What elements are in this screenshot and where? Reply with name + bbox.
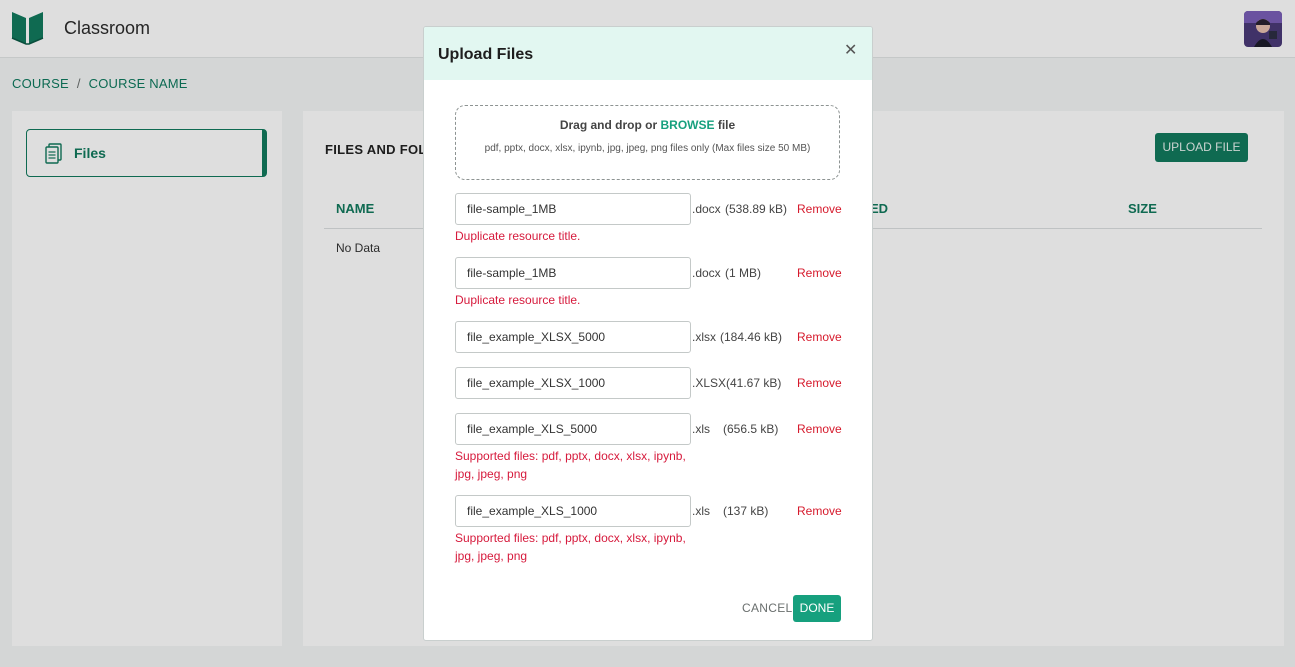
remove-file-button[interactable]: Remove (797, 504, 842, 518)
done-button[interactable]: DONE (793, 595, 841, 622)
file-error-message: Supported files: pdf, pptx, docx, xlsx, … (455, 449, 686, 481)
dropzone-suffix: file (714, 118, 736, 132)
browse-link[interactable]: BROWSE (661, 118, 715, 132)
dropzone-prefix: Drag and drop or (559, 118, 661, 132)
file-error-message: Supported files: pdf, pptx, docx, xlsx, … (455, 531, 686, 563)
file-size: (137 kB) (723, 504, 769, 518)
file-extension: .XLSX (692, 376, 727, 390)
file-title-input[interactable] (455, 193, 691, 225)
file-size: (538.89 kB) (725, 202, 788, 216)
file-extension: .xls (692, 504, 710, 518)
dropzone-instruction: Drag and drop or BROWSE file (456, 118, 839, 132)
file-size: (656.5 kB) (723, 422, 779, 436)
file-extension: .xlsx (692, 330, 716, 344)
file-extension: .docx (692, 202, 721, 216)
file-title-input[interactable] (455, 495, 691, 527)
remove-file-button[interactable]: Remove (797, 266, 842, 280)
file-extension: .docx (692, 266, 721, 280)
file-dropzone[interactable]: Drag and drop or BROWSE file pdf, pptx, … (455, 105, 840, 180)
file-size: (1 MB) (725, 266, 761, 280)
remove-file-button[interactable]: Remove (797, 376, 842, 390)
file-size: (184.46 kB) (720, 330, 783, 344)
remove-file-button[interactable]: Remove (797, 330, 842, 344)
cancel-button[interactable]: CANCEL (742, 601, 792, 615)
dropzone-hint: pdf, pptx, docx, xlsx, ipynb, jpg, jpeg,… (484, 143, 811, 154)
close-icon[interactable]: ✕ (844, 43, 857, 59)
file-title-input[interactable] (455, 413, 691, 445)
file-error-message: Duplicate resource title. (455, 229, 581, 243)
modal-header: Upload Files ✕ (424, 27, 872, 80)
file-extension: .xls (692, 422, 710, 436)
file-title-input[interactable] (455, 321, 691, 353)
remove-file-button[interactable]: Remove (797, 202, 842, 216)
file-title-input[interactable] (455, 257, 691, 289)
file-error-message: Duplicate resource title. (455, 293, 581, 307)
file-title-input[interactable] (455, 367, 691, 399)
file-size: (41.67 kB) (726, 376, 782, 390)
upload-files-modal: Upload Files ✕ Drag and drop or BROWSE f… (423, 26, 873, 641)
remove-file-button[interactable]: Remove (797, 422, 842, 436)
modal-title: Upload Files (438, 46, 534, 63)
